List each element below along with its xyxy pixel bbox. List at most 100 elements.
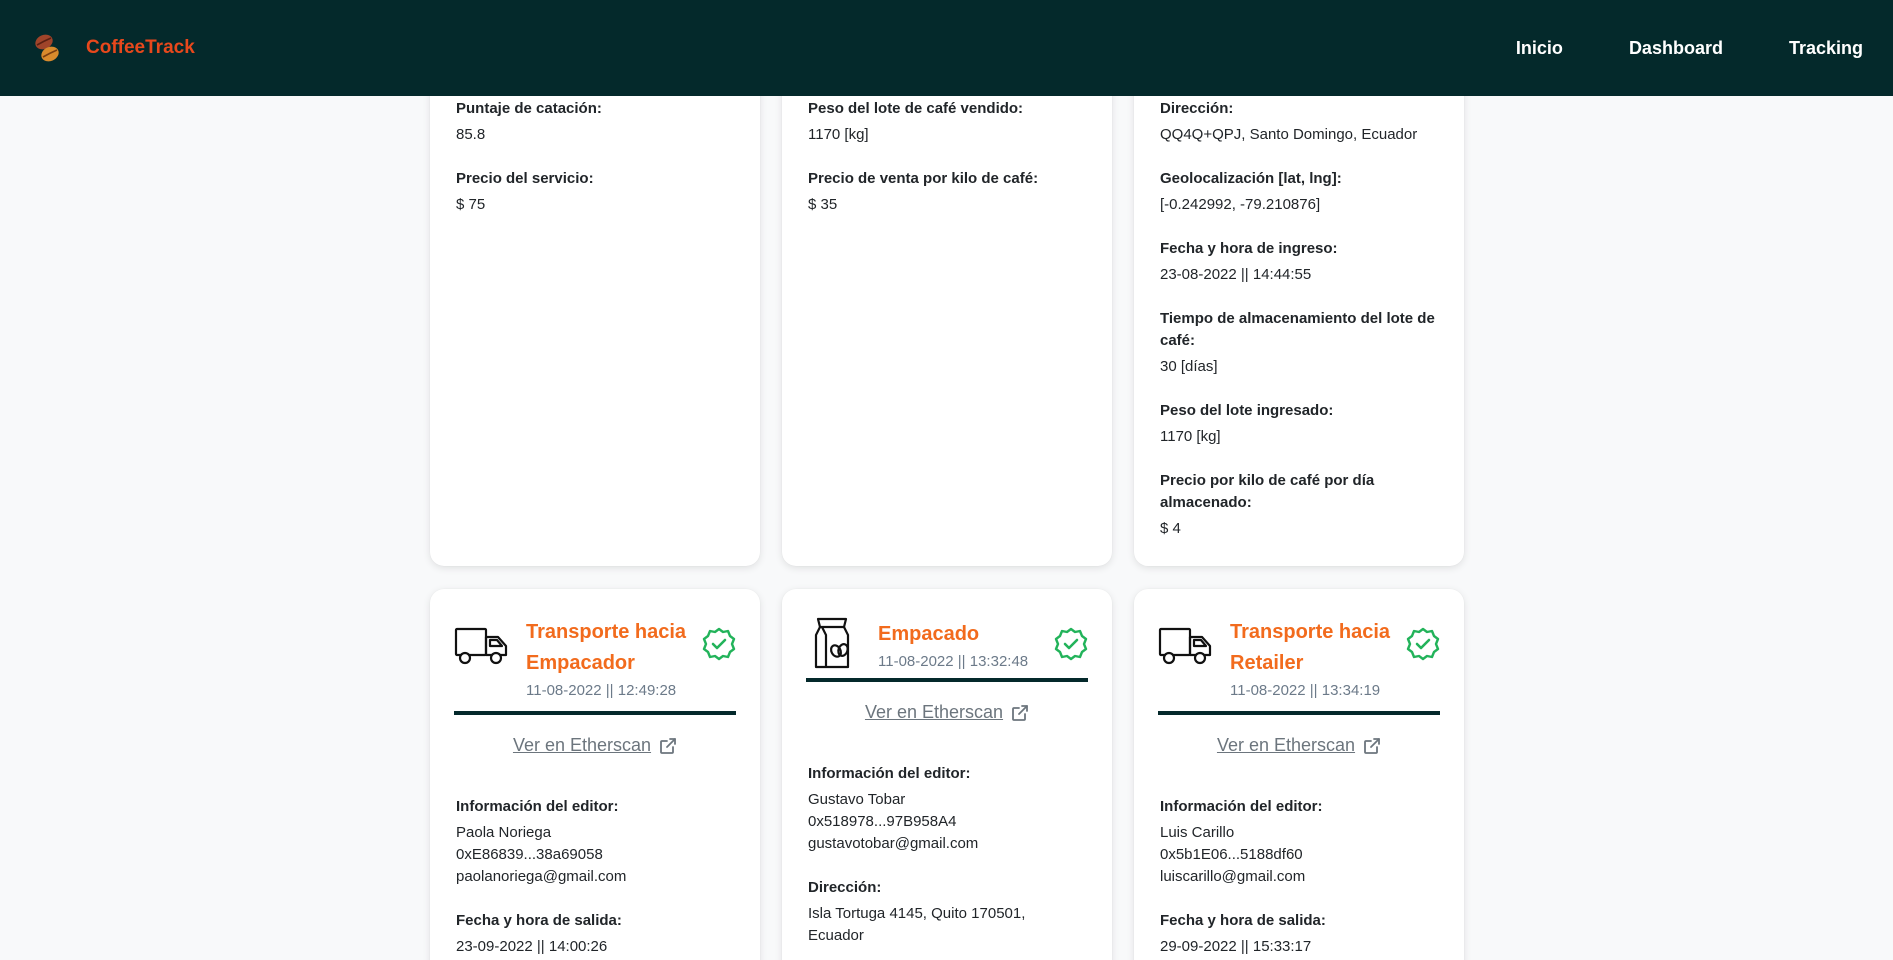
stage-date: 11-08-2022 || 13:34:19 [1230,682,1381,699]
nav-tracking[interactable]: Tracking [1789,38,1863,59]
divider [806,678,1088,682]
etherscan-link[interactable]: Ver en Etherscan [430,735,760,756]
field-value: $ 35 [808,196,838,213]
editor-email: paolanoriega@gmail.com [456,868,627,885]
brand[interactable]: CoffeeTrack [30,30,195,66]
field-value: Isla Tortuga 4145, Quito 170501, Ecuador [808,903,1086,947]
editor-name: Paola Noriega [456,824,552,841]
divider [454,711,736,715]
field-label: Fecha y hora de salida: [456,912,622,929]
field-label: Fecha y hora de salida: [1160,912,1326,929]
field-label: Tiempo de almacenamiento del lote de caf… [1160,310,1435,349]
external-link-icon [1364,737,1380,754]
field-label: Geolocalización [lat, lng]: [1160,170,1342,187]
stage-title: Empacado [878,623,980,645]
editor-info: Gustavo Tobar 0x518978...97B958A4 gustav… [808,789,1086,855]
field-label: Información del editor: [456,798,619,815]
field: Fecha y hora de ingreso: 23-08-2022 || 1… [1160,238,1438,286]
field-label: Precio del servicio: [456,170,594,187]
field-label: Información del editor: [808,765,971,782]
verified-check-icon [702,627,736,661]
etherscan-link[interactable]: Ver en Etherscan [782,702,1112,723]
stage-card-packed: Empacado 11-08-2022 || 13:32:48 Ver en E… [782,589,1112,960]
field-label: Información del editor: [1160,798,1323,815]
coffee-bag-icon [814,617,850,669]
editor-name: Gustavo Tobar [808,791,906,808]
editor-info: Paola Noriega 0xE86839...38a69058 paolan… [456,822,734,888]
field: Dirección: QQ4Q+QPJ, Santo Domingo, Ecua… [1160,98,1438,146]
field: Información del editor: Gustavo Tobar 0x… [808,763,1086,855]
field-value: 1170 [kg] [808,126,869,143]
field-value: 29-09-2022 || 15:33:17 [1160,938,1312,955]
stage-date: 11-08-2022 || 13:32:48 [878,653,1029,670]
field-value: QQ4Q+QPJ, Santo Domingo, Ecuador [1160,126,1418,143]
field-value: 23-08-2022 || 14:44:55 [1160,266,1312,283]
field-label: Precio de venta por kilo de café: [808,170,1039,187]
field-label: Dirección: [808,879,882,896]
sale-card: Peso del lote de café vendido: 1170 [kg]… [782,40,1112,566]
field-value: $ 4 [1160,520,1181,537]
stage-title-line: Empacador [526,652,635,674]
field-label: Peso del lote ingresado: [1160,402,1334,419]
storage-card: Dirección: QQ4Q+QPJ, Santo Domingo, Ecua… [1134,40,1464,566]
stage-title: Transporte hacia Retailer [1230,617,1400,679]
truck-icon [454,627,508,665]
field: Precio por kilo de café por día almacena… [1160,470,1438,540]
field: Información del editor: Luis Carillo 0x5… [1160,796,1438,888]
external-link-icon [1012,704,1028,721]
nav-links: Inicio Dashboard Tracking [1450,38,1863,59]
verified-check-icon [1054,627,1088,661]
field-value: [-0.242992, -79.210876] [1160,196,1321,213]
editor-email: gustavotobar@gmail.com [808,835,979,852]
stage-date: 11-08-2022 || 12:49:28 [526,682,677,699]
field-label: Fecha y hora de ingreso: [1160,240,1338,257]
field: Información del editor: Paola Noriega 0x… [456,796,734,888]
nav-dashboard[interactable]: Dashboard [1629,38,1723,59]
field: Precio de venta por kilo de café: $ 35 [808,168,1086,216]
external-link-icon [660,737,676,754]
editor-email: luiscarillo@gmail.com [1160,868,1306,885]
field: Fecha y hora de salida: 29-09-2022 || 15… [1160,910,1438,958]
field-value: 1170 [kg] [1160,428,1221,445]
field: Precio del servicio: $ 75 [456,168,734,216]
field-value: 85.8 [456,126,486,143]
field-label: Peso del lote de café vendido: [808,100,1024,117]
etherscan-label: Ver en Etherscan [1216,735,1356,755]
nav-inicio[interactable]: Inicio [1516,38,1563,59]
navbar: CoffeeTrack Inicio Dashboard Tracking [0,0,1893,96]
etherscan-label: Ver en Etherscan [512,735,652,755]
field-label: Precio por kilo de café por día almacena… [1160,472,1375,511]
etherscan-link[interactable]: Ver en Etherscan [1134,735,1464,756]
address-line: Isla Tortuga 4145, Quito 170501, [808,905,1026,922]
field-value: 30 [días] [1160,358,1218,375]
etherscan-label: Ver en Etherscan [864,702,1004,722]
coffee-beans-logo-icon [35,34,59,62]
editor-info: Luis Carillo 0x5b1E06...5188df60 luiscar… [1160,822,1438,888]
stage-title-line: Transporte hacia [1230,621,1391,643]
field-value: 23-09-2022 || 14:00:26 [456,938,608,955]
divider [1158,711,1440,715]
verified-check-icon [1406,627,1440,661]
editor-address: 0x518978...97B958A4 [808,813,957,830]
stage-title-line: Retailer [1230,652,1304,674]
field: Peso del lote de café vendido: 1170 [kg] [808,98,1086,146]
address-line: Ecuador [808,927,864,944]
editor-address: 0x5b1E06...5188df60 [1160,846,1303,863]
field: Peso del lote ingresado: 1170 [kg] [1160,400,1438,448]
editor-address: 0xE86839...38a69058 [456,846,603,863]
stage-card-transport-packer: Transporte hacia Empacador 11-08-2022 ||… [430,589,760,960]
stage-title: Transporte hacia Empacador [526,617,696,679]
field: Dirección: Isla Tortuga 4145, Quito 1705… [808,877,1086,947]
stage-card-transport-retailer: Transporte hacia Retailer 11-08-2022 || … [1134,589,1464,960]
field-value: $ 75 [456,196,486,213]
field-label: Dirección: [1160,100,1234,117]
field: Tiempo de almacenamiento del lote de caf… [1160,308,1438,378]
cupping-card: Puntaje de catación: 85.8 Precio del ser… [430,40,760,566]
field: Fecha y hora de salida: 23-09-2022 || 14… [456,910,734,958]
field-label: Puntaje de catación: [456,100,602,117]
field: Geolocalización [lat, lng]: [-0.242992, … [1160,168,1438,216]
stage-title-line: Transporte hacia [526,621,687,643]
truck-icon [1158,627,1212,665]
field: Puntaje de catación: 85.8 [456,98,734,146]
brand-name: CoffeeTrack [86,37,195,58]
